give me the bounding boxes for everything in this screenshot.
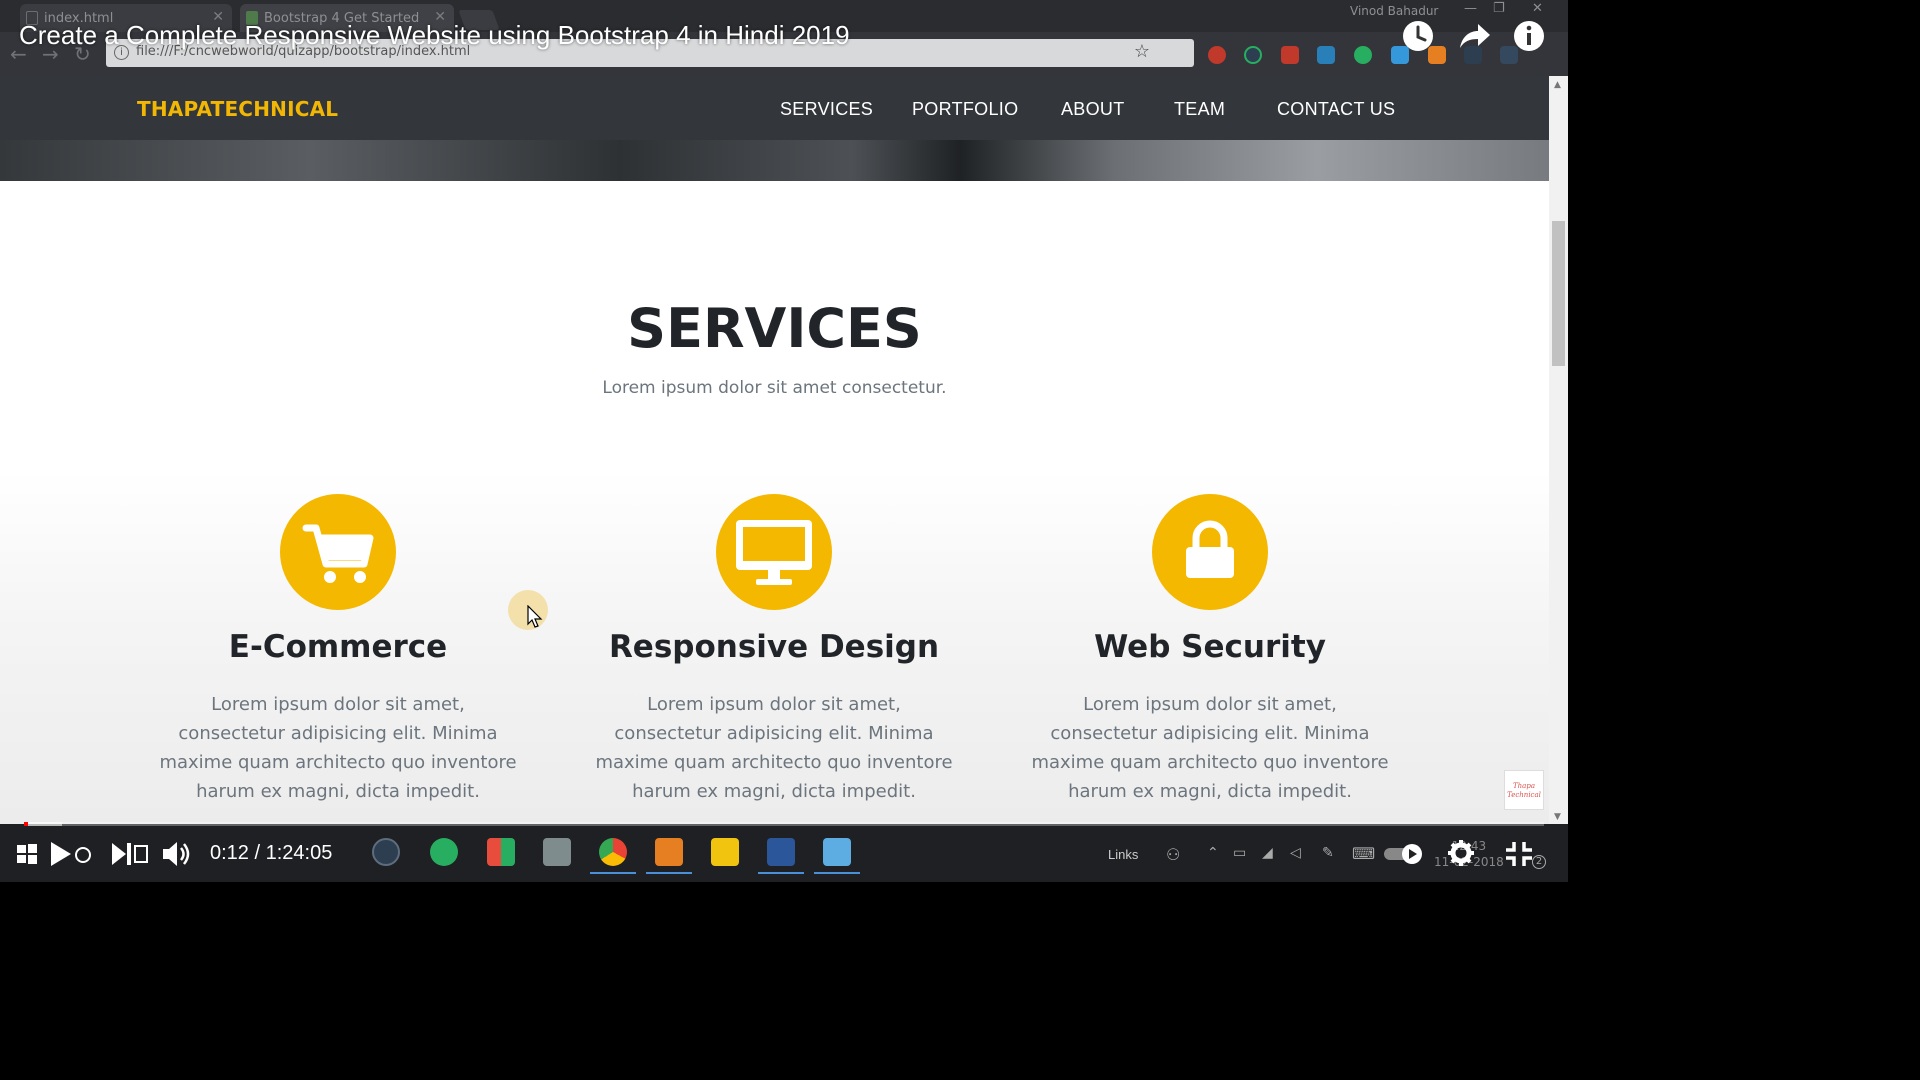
speaker-icon[interactable]: ◁	[1290, 845, 1301, 861]
nav-about[interactable]: ABOUT	[1061, 99, 1125, 120]
extension-icon[interactable]	[1244, 46, 1262, 64]
desktop-icon	[736, 520, 812, 585]
service-description: Lorem ipsum dolor sit amet, consectetur …	[595, 694, 953, 802]
service-description: Lorem ipsum dolor sit amet, consectetur …	[159, 694, 517, 802]
scroll-thumb[interactable]	[1552, 221, 1565, 366]
nav-portfolio[interactable]: PORTFOLIO	[912, 99, 1018, 120]
service-title: Web Security	[1094, 629, 1326, 665]
people-icon[interactable]: ⚇	[1166, 845, 1180, 864]
service-icon-circle	[1152, 494, 1268, 610]
extension-icon[interactable]	[1354, 46, 1372, 64]
nav-team[interactable]: TEAM	[1174, 99, 1225, 120]
search-circle-icon[interactable]	[74, 846, 92, 864]
service-icon-circle	[280, 494, 396, 610]
mail-icon[interactable]	[543, 838, 571, 866]
brand-logo[interactable]: THAPATECHNICAL	[137, 97, 338, 121]
channel-watermark-logo[interactable]: Thapa Technical	[1504, 770, 1544, 810]
share-arrow-icon[interactable]	[1456, 18, 1492, 54]
site-navbar: THAPATECHNICAL SERVICES PORTFOLIO ABOUT …	[0, 76, 1549, 140]
autoplay-toggle[interactable]	[1382, 843, 1426, 865]
services-section: SERVICES Lorem ipsum dolor sit amet cons…	[0, 181, 1549, 824]
nav-contact-us[interactable]: CONTACT US	[1277, 99, 1395, 120]
profile-name[interactable]: Vinod Bahadur	[1350, 4, 1438, 18]
active-app-indicator	[646, 872, 692, 874]
active-app-indicator	[814, 872, 860, 874]
service-title: E-Commerce	[228, 629, 448, 665]
chevron-up-icon[interactable]: ⌃	[1207, 845, 1219, 861]
nav-services[interactable]: SERVICES	[780, 99, 873, 120]
play-icon[interactable]	[48, 840, 74, 868]
mouse-cursor-icon	[527, 605, 543, 628]
service-title: Responsive Design	[608, 629, 940, 665]
sublime-text-icon[interactable]	[655, 838, 683, 866]
battery-icon: ▭	[1233, 845, 1247, 861]
service-icon-circle	[716, 494, 832, 610]
extension-icon[interactable]	[1281, 46, 1299, 64]
exit-fullscreen-icon[interactable]	[1504, 840, 1534, 868]
windows-start-icon[interactable]	[16, 843, 38, 865]
close-window-icon[interactable]: ✕	[1532, 1, 1543, 16]
word-icon[interactable]	[767, 838, 795, 866]
watch-later-clock-icon[interactable]	[1400, 18, 1436, 54]
restore-icon[interactable]: ❐	[1493, 1, 1505, 16]
taskbar-app-icon[interactable]	[823, 838, 851, 866]
bookmark-star-icon[interactable]: ☆	[1134, 41, 1150, 62]
scroll-up-icon[interactable]: ▲	[1554, 80, 1561, 90]
minimize-icon[interactable]: —	[1464, 1, 1477, 16]
webpage-viewport: THAPATECHNICAL SERVICES PORTFOLIO ABOUT …	[0, 76, 1549, 824]
services-heading: SERVICES	[627, 297, 922, 360]
service-card-web-security: Web Security Lorem ipsum dolor sit amet,…	[1000, 494, 1420, 824]
keyboard-icon[interactable]: ⌨	[1352, 844, 1375, 863]
extension-icon[interactable]	[1208, 46, 1226, 64]
taskbar-app-icon[interactable]	[372, 838, 400, 866]
active-app-indicator	[590, 872, 636, 874]
links-toolbar[interactable]: Links	[1108, 847, 1138, 862]
network-icon[interactable]: ◢	[1262, 845, 1273, 861]
notifications-icon[interactable]: 2	[1532, 855, 1546, 869]
extension-icon[interactable]	[1317, 46, 1335, 64]
settings-gear-icon[interactable]	[1446, 838, 1476, 868]
page-scrollbar[interactable]: ▲ ▼	[1549, 76, 1568, 824]
service-card-ecommerce: E-Commerce Lorem ipsum dolor sit amet, c…	[128, 494, 548, 824]
taskbar-app-icon[interactable]	[487, 838, 515, 866]
pen-icon[interactable]: ✎	[1322, 845, 1334, 861]
taskbar-app-icon[interactable]	[430, 838, 458, 866]
scroll-down-icon[interactable]: ▼	[1554, 812, 1561, 822]
video-time-display: 0:12 / 1:24:05	[210, 842, 333, 864]
file-explorer-icon[interactable]	[711, 838, 739, 866]
video-played-bar	[24, 822, 28, 826]
shopping-cart-icon	[302, 524, 374, 583]
lock-icon	[1186, 520, 1234, 578]
services-subheading: Lorem ipsum dolor sit amet consectetur.	[602, 378, 947, 398]
video-progress-bar[interactable]	[24, 822, 1544, 826]
chrome-icon[interactable]	[599, 838, 627, 866]
volume-icon[interactable]	[160, 838, 194, 870]
next-video-icon[interactable]	[110, 840, 150, 868]
active-app-indicator	[758, 872, 804, 874]
service-card-responsive-design: Responsive Design Lorem ipsum dolor sit …	[564, 494, 984, 824]
video-title[interactable]: Create a Complete Responsive Website usi…	[19, 20, 850, 51]
video-buffer-bar	[24, 822, 62, 826]
info-circle-icon[interactable]	[1511, 18, 1547, 54]
service-description: Lorem ipsum dolor sit amet, consectetur …	[1031, 694, 1389, 802]
